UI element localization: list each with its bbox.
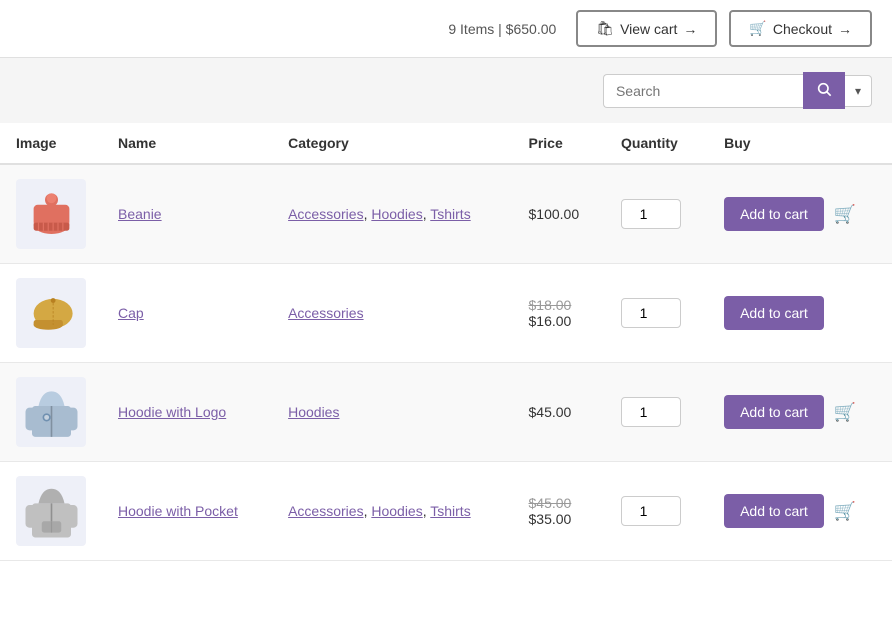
category-link-beanie-1[interactable]: Hoodies: [371, 206, 422, 222]
add-to-cart-button-hoodie-logo[interactable]: Add to cart: [724, 395, 824, 429]
product-buy-cell-hoodie-logo: Add to cart 🛒: [708, 363, 892, 462]
search-button[interactable]: [803, 72, 845, 109]
quantity-input-hoodie-pocket[interactable]: [621, 496, 681, 526]
price-sale-cap: $16.00: [529, 313, 590, 329]
cart-bag-icon: 🛍: [596, 20, 614, 37]
chevron-down-icon: ▾: [855, 84, 861, 98]
product-image-cell-hoodie-logo: [0, 363, 102, 462]
search-dropdown-button[interactable]: ▾: [845, 75, 872, 107]
category-link-cap-0[interactable]: Accessories: [288, 305, 363, 321]
add-to-cart-button-hoodie-pocket[interactable]: Add to cart: [724, 494, 824, 528]
col-buy: Buy: [708, 123, 892, 164]
col-quantity: Quantity: [605, 123, 708, 164]
table-header-row: Image Name Category Price Quantity Buy: [0, 123, 892, 164]
product-category-cell-beanie: Accessories, Hoodies, Tshirts: [272, 164, 512, 264]
search-input[interactable]: [603, 74, 803, 108]
product-name-cell-beanie: Beanie: [102, 164, 272, 264]
product-image-cell-cap: [0, 264, 102, 363]
checkout-label: Checkout: [773, 21, 832, 37]
product-price-cell-beanie: $100.00: [513, 164, 606, 264]
product-category-cell-hoodie-logo: Hoodies: [272, 363, 512, 462]
table-row: Cap Accessories $18.00$16.00 Add to cart: [0, 264, 892, 363]
product-category-cell-hoodie-pocket: Accessories, Hoodies, Tshirts: [272, 462, 512, 561]
col-name: Name: [102, 123, 272, 164]
cart-icon: 🛒: [749, 20, 766, 37]
table-row: Hoodie with Pocket Accessories, Hoodies, …: [0, 462, 892, 561]
quantity-input-hoodie-logo[interactable]: [621, 397, 681, 427]
add-to-cart-button-cap[interactable]: Add to cart: [724, 296, 824, 330]
product-name-cell-hoodie-logo: Hoodie with Logo: [102, 363, 272, 462]
cart-summary: 9 Items | $650.00: [448, 21, 556, 37]
product-image-cap: [16, 278, 86, 348]
search-bar: ▾: [0, 58, 892, 123]
product-name-link-beanie[interactable]: Beanie: [118, 206, 162, 222]
add-to-cart-icon-beanie: 🛒: [834, 204, 856, 225]
product-name-cell-cap: Cap: [102, 264, 272, 363]
add-to-cart-icon-hoodie-pocket: 🛒: [834, 501, 856, 522]
product-image-cell-hoodie-pocket: [0, 462, 102, 561]
product-name-link-hoodie-pocket[interactable]: Hoodie with Pocket: [118, 503, 238, 519]
category-link-hoodie-logo-0[interactable]: Hoodies: [288, 404, 339, 420]
product-buy-cell-hoodie-pocket: Add to cart 🛒: [708, 462, 892, 561]
category-link-hoodie-pocket-2[interactable]: Tshirts: [430, 503, 470, 519]
category-link-beanie-2[interactable]: Tshirts: [430, 206, 470, 222]
product-image-hoodie-logo: [16, 377, 86, 447]
table-row: Beanie Accessories, Hoodies, Tshirts $100.…: [0, 164, 892, 264]
col-image: Image: [0, 123, 102, 164]
product-table: Image Name Category Price Quantity Buy B…: [0, 123, 892, 561]
product-category-cell-cap: Accessories: [272, 264, 512, 363]
category-link-hoodie-pocket-1[interactable]: Hoodies: [371, 503, 422, 519]
product-buy-cell-cap: Add to cart: [708, 264, 892, 363]
product-name-link-hoodie-logo[interactable]: Hoodie with Logo: [118, 404, 226, 420]
price-sale-hoodie-pocket: $35.00: [529, 511, 590, 527]
view-cart-label: View cart: [620, 21, 677, 37]
category-link-beanie-0[interactable]: Accessories: [288, 206, 363, 222]
product-buy-cell-beanie: Add to cart 🛒: [708, 164, 892, 264]
product-qty-cell-hoodie-logo: [605, 363, 708, 462]
product-qty-cell-cap: [605, 264, 708, 363]
view-cart-button[interactable]: 🛍 View cart →: [576, 10, 717, 47]
price-original-cap: $18.00: [529, 297, 590, 313]
col-price: Price: [513, 123, 606, 164]
add-to-cart-button-beanie[interactable]: Add to cart: [724, 197, 824, 231]
product-name-cell-hoodie-pocket: Hoodie with Pocket: [102, 462, 272, 561]
view-cart-arrow: →: [683, 21, 697, 37]
product-qty-cell-beanie: [605, 164, 708, 264]
col-category: Category: [272, 123, 512, 164]
checkout-button[interactable]: 🛒 Checkout →: [729, 10, 872, 47]
product-price-cell-cap: $18.00$16.00: [513, 264, 606, 363]
product-image-cell-beanie: [0, 164, 102, 264]
header-bar: 9 Items | $650.00 🛍 View cart → 🛒 Checko…: [0, 0, 892, 58]
product-image-hoodie-pocket: [16, 476, 86, 546]
category-link-hoodie-pocket-0[interactable]: Accessories: [288, 503, 363, 519]
add-to-cart-icon-hoodie-logo: 🛒: [834, 402, 856, 423]
quantity-input-beanie[interactable]: [621, 199, 681, 229]
product-price-cell-hoodie-logo: $45.00: [513, 363, 606, 462]
search-icon: [816, 81, 832, 97]
product-qty-cell-hoodie-pocket: [605, 462, 708, 561]
checkout-arrow: →: [838, 21, 852, 37]
product-price-cell-hoodie-pocket: $45.00$35.00: [513, 462, 606, 561]
quantity-input-cap[interactable]: [621, 298, 681, 328]
price-regular-hoodie-logo: $45.00: [529, 404, 590, 420]
price-regular-beanie: $100.00: [529, 206, 590, 222]
price-original-hoodie-pocket: $45.00: [529, 495, 590, 511]
product-name-link-cap[interactable]: Cap: [118, 305, 144, 321]
product-image-beanie: [16, 179, 86, 249]
table-row: Hoodie with Logo Hoodies $45.00 Add to car…: [0, 363, 892, 462]
